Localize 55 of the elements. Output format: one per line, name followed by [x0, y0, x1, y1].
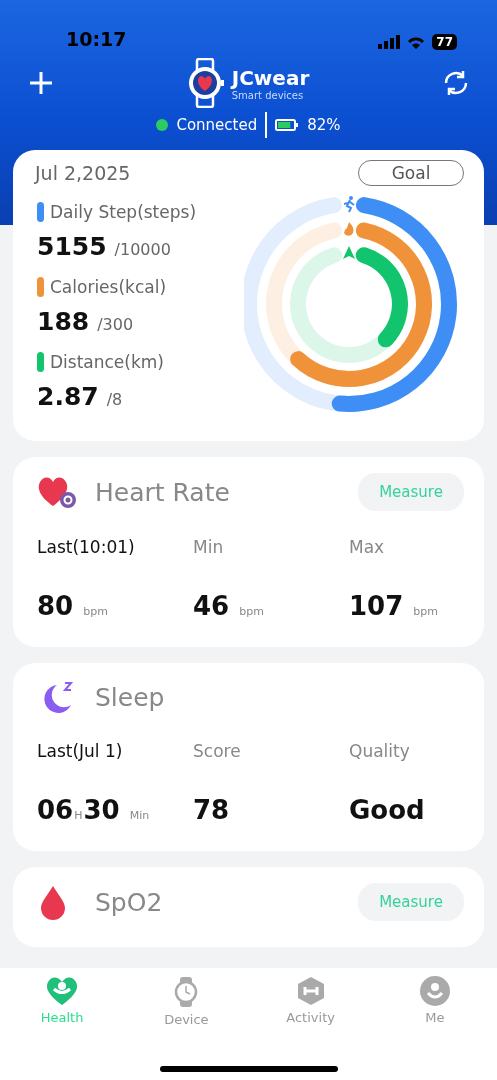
stat-unit: bpm: [413, 605, 438, 618]
stat-value: 06: [37, 795, 74, 825]
watch-icon: [173, 976, 200, 1008]
signal-icon: [378, 35, 401, 49]
stat-label: Last(Jul 1): [37, 741, 124, 761]
stat-unit: bpm: [83, 605, 108, 618]
arrow-icon: [343, 246, 355, 259]
card-title: SpO2: [95, 887, 163, 917]
wifi-icon: [406, 35, 427, 49]
device-battery-icon: [275, 119, 300, 131]
connection-status: Connected: [176, 116, 258, 134]
card-title: Heart Rate: [95, 477, 230, 507]
metric-label: Calories(kcal): [50, 277, 167, 297]
device-battery-percent: 82%: [307, 116, 341, 134]
stat-value: 46: [193, 591, 230, 621]
tab[interactable]: Device: [124, 976, 249, 1027]
stat-label: Last(10:01): [37, 537, 136, 557]
card-title: Sleep: [95, 682, 165, 712]
metric-target: /10000: [114, 240, 171, 259]
heart-person-icon: [45, 976, 80, 1006]
battery-indicator: 77: [432, 34, 457, 50]
stat-unit: Min: [129, 809, 150, 822]
measure-button[interactable]: Measure: [358, 883, 464, 921]
metric-label: Distance(km): [50, 352, 164, 372]
metric-value: 2.87: [37, 382, 99, 411]
stat-value: 78: [193, 795, 230, 825]
stat-label: Max: [349, 537, 386, 557]
flame-icon: [344, 222, 354, 236]
stat-value: 107: [349, 591, 404, 621]
metric-value: 5155: [37, 232, 107, 261]
brand-tagline: Smart devices: [231, 89, 305, 101]
stat-label: Quality: [349, 741, 411, 761]
goal-button[interactable]: Goal: [358, 160, 464, 186]
stat-label: Score: [193, 741, 242, 761]
runner-icon: [343, 196, 355, 213]
stat-unit: H: [74, 809, 83, 822]
metric-target: /8: [106, 390, 123, 409]
summary-date: Jul 2,2025: [35, 162, 131, 184]
metric-target: /300: [97, 315, 134, 334]
dumbbell-icon: [295, 976, 326, 1006]
status-time: 10:17: [66, 28, 127, 50]
stat-value: 30: [83, 795, 120, 825]
stat-label: Min: [193, 537, 225, 557]
tab[interactable]: Me: [372, 976, 497, 1027]
metric-label: Daily Step(steps): [50, 202, 197, 222]
tab[interactable]: Health: [0, 976, 125, 1027]
brand-name: JCwear: [231, 65, 310, 90]
tab[interactable]: Activity: [248, 976, 373, 1027]
profile-icon: [419, 976, 450, 1006]
add-icon[interactable]: [28, 70, 54, 96]
stat-unit: bpm: [239, 605, 264, 618]
measure-button[interactable]: Measure: [358, 473, 464, 511]
stat-value: 80: [37, 591, 74, 621]
metric-value: 188: [37, 307, 90, 336]
stat-value: Good: [349, 795, 425, 825]
